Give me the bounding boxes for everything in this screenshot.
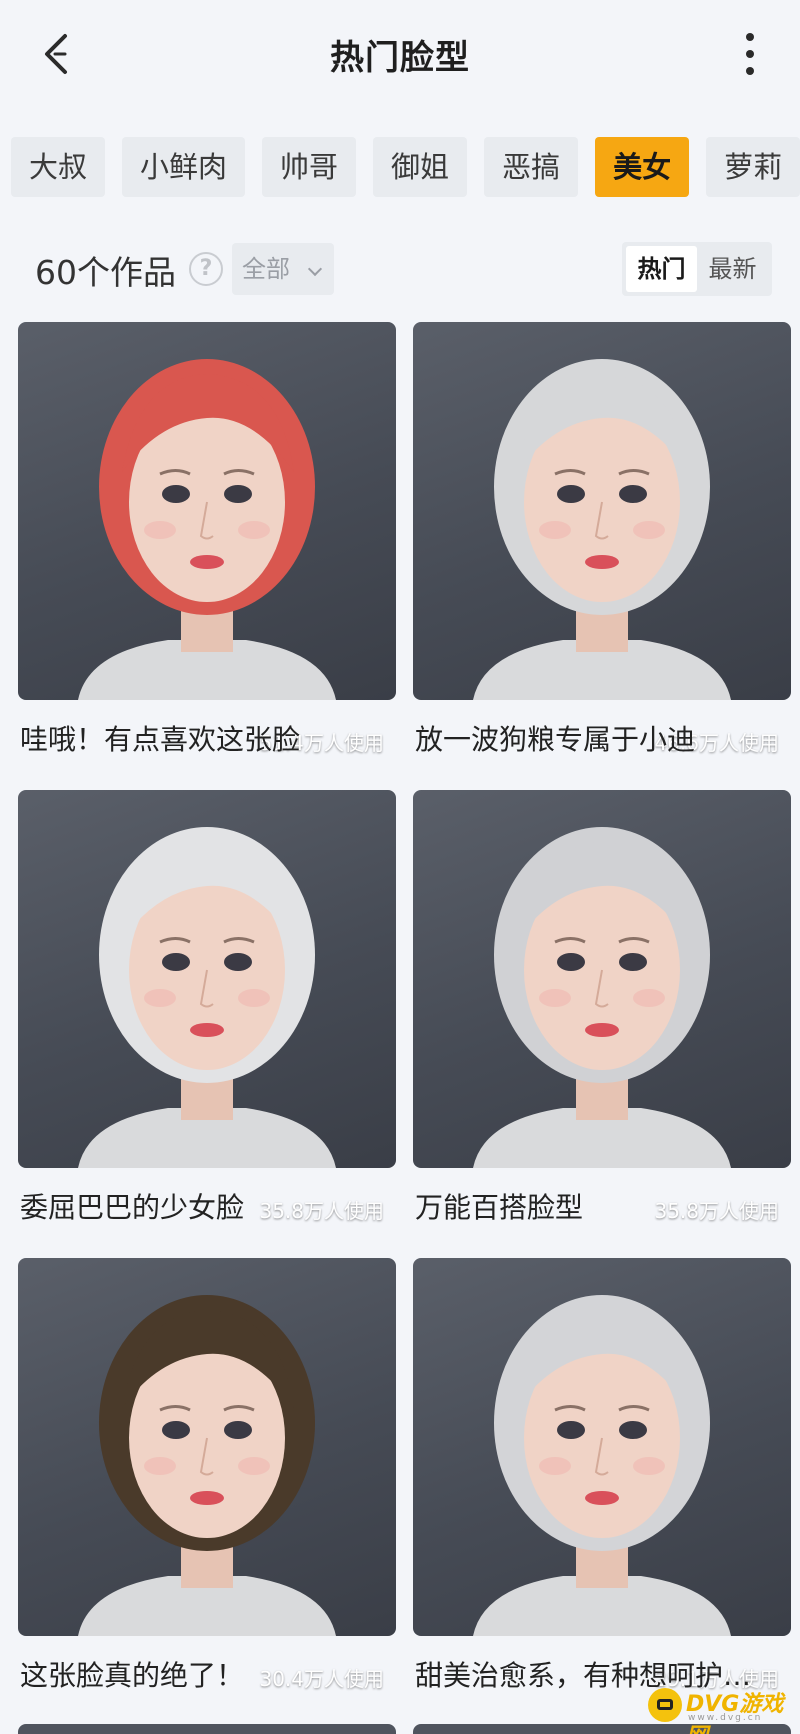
face-name: 万能百搭脸型 (415, 1191, 584, 1224)
sort-latest-button[interactable]: 最新 (697, 246, 768, 292)
face-card[interactable]: 46.6万人使用 放一波狗粮专属于小迪 (413, 322, 791, 772)
category-filter-select[interactable]: 全部 (232, 243, 334, 295)
face-illustration (473, 827, 731, 1168)
face-card[interactable]: 51.4万人使用 哇哦！有点喜欢这张脸 (18, 322, 396, 772)
face-card[interactable]: 29.1万人使用 甜美治愈系，有种想呵护… (413, 1258, 791, 1708)
left-eye-shape (162, 485, 190, 503)
tab-beauty[interactable]: 美女 (595, 137, 690, 197)
lips-shape (190, 1491, 224, 1505)
more-vertical-icon-dot (746, 50, 754, 58)
more-button[interactable] (738, 28, 762, 80)
works-count: 60个作品 (35, 253, 176, 292)
face-thumbnail (413, 790, 791, 1168)
tab-uncle[interactable]: 大叔 (11, 137, 106, 197)
blush-shape (539, 1457, 571, 1475)
lips-shape (190, 555, 224, 569)
blush-shape (144, 521, 176, 539)
watermark-text: DVG游戏网 (686, 1692, 784, 1734)
blush-shape (144, 1457, 176, 1475)
right-eye-shape (619, 1421, 647, 1439)
chevron-down-icon (307, 261, 323, 277)
face-thumbnail (413, 322, 791, 700)
face-card[interactable]: 35.8万人使用 委屈巴巴的少女脸 (18, 790, 396, 1240)
tab-young-boy[interactable]: 小鲜肉 (122, 137, 246, 197)
face-card-peek[interactable] (18, 1724, 396, 1734)
question-icon[interactable]: ? (189, 252, 223, 286)
blush-shape (633, 521, 665, 539)
face-illustration (78, 827, 336, 1168)
blush-shape (238, 1457, 270, 1475)
filter-select-value: 全部 (242, 255, 290, 283)
face-card[interactable]: 35.8万人使用 万能百搭脸型 (413, 790, 791, 1240)
face-illustration (473, 1295, 731, 1636)
face-illustration (473, 359, 731, 700)
left-eye-shape (557, 953, 585, 971)
filter-bar: 60个作品 ? 全部 热门 最新 (0, 240, 800, 298)
face-thumbnail (413, 1258, 791, 1636)
face-illustration (78, 1295, 336, 1636)
gamepad-icon (648, 1688, 682, 1722)
left-eye-shape (557, 1421, 585, 1439)
face-name: 哇哦！有点喜欢这张脸 (20, 723, 301, 756)
sort-hot-button[interactable]: 热门 (626, 246, 697, 292)
sort-toggle: 热门 最新 (622, 242, 772, 296)
lips-shape (585, 1491, 619, 1505)
blush-shape (238, 521, 270, 539)
right-eye-shape (224, 1421, 252, 1439)
face-name: 放一波狗粮专属于小迪 (415, 723, 696, 756)
blush-shape (539, 521, 571, 539)
lips-shape (585, 555, 619, 569)
face-card[interactable]: 30.4万人使用 这张脸真的绝了！ (18, 1258, 396, 1708)
page-title: 热门脸型 (330, 38, 470, 78)
face-thumbnail (18, 1258, 396, 1636)
blush-shape (539, 989, 571, 1007)
more-vertical-icon-dot (746, 67, 754, 75)
tab-handsome[interactable]: 帅哥 (262, 137, 357, 197)
left-eye-shape (162, 1421, 190, 1439)
lips-shape (585, 1023, 619, 1037)
watermark-url: www.dvg.cn (688, 1713, 763, 1723)
tab-funny[interactable]: 恶搞 (484, 137, 579, 197)
face-name: 委屈巴巴的少女脸 (20, 1191, 245, 1224)
lips-shape (190, 1023, 224, 1037)
watermark-logo: DVG游戏网 www.dvg.cn (648, 1684, 794, 1734)
right-eye-shape (619, 485, 647, 503)
right-eye-shape (224, 953, 252, 971)
face-illustration (78, 359, 336, 700)
blush-shape (633, 989, 665, 1007)
tab-loli[interactable]: 萝莉 (706, 137, 800, 197)
app-header: 热门脸型 (0, 0, 800, 112)
right-eye-shape (224, 485, 252, 503)
blush-shape (238, 989, 270, 1007)
blush-shape (144, 989, 176, 1007)
left-eye-shape (162, 953, 190, 971)
face-name: 这张脸真的绝了！ (20, 1659, 245, 1692)
left-eye-shape (557, 485, 585, 503)
tab-mature-lady[interactable]: 御姐 (373, 137, 468, 197)
blush-shape (633, 1457, 665, 1475)
face-thumbnail (18, 322, 396, 700)
right-eye-shape (619, 953, 647, 971)
more-vertical-icon (746, 33, 754, 41)
face-thumbnail (18, 790, 396, 1168)
category-tabs: 大叔 小鲜肉 帅哥 御姐 恶搞 美女 萝莉 (11, 137, 800, 197)
